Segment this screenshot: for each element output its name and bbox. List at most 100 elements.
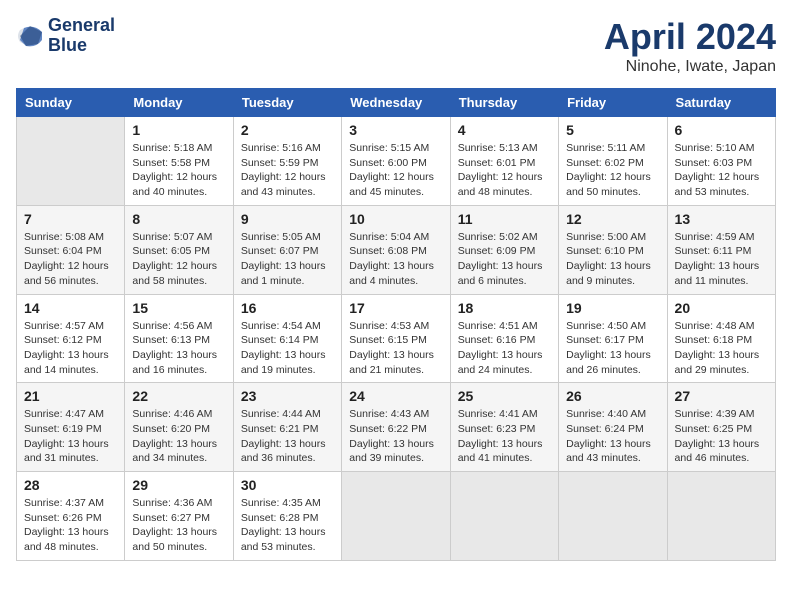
day-info: Sunrise: 5:05 AM Sunset: 6:07 PM Dayligh… bbox=[241, 230, 334, 289]
day-info: Sunrise: 5:13 AM Sunset: 6:01 PM Dayligh… bbox=[458, 141, 551, 200]
day-number: 6 bbox=[675, 122, 768, 138]
calendar-cell: 15 Sunrise: 4:56 AM Sunset: 6:13 PM Dayli… bbox=[125, 294, 233, 383]
logo-text: General Blue bbox=[48, 16, 115, 56]
calendar-cell: 7 Sunrise: 5:08 AM Sunset: 6:04 PM Daylig… bbox=[17, 205, 125, 294]
logo: General Blue bbox=[16, 16, 115, 56]
day-info: Sunrise: 4:40 AM Sunset: 6:24 PM Dayligh… bbox=[566, 407, 659, 466]
month-title: April 2024 bbox=[604, 16, 776, 58]
day-number: 9 bbox=[241, 211, 334, 227]
column-header-thursday: Thursday bbox=[450, 89, 558, 117]
week-row-5: 28Sunrise: 4:37 AM Sunset: 6:26 PM Dayli… bbox=[17, 472, 776, 561]
calendar-cell: 29 Sunrise: 4:36 AM Sunset: 6:27 PM Dayli… bbox=[125, 472, 233, 561]
day-info: Sunrise: 5:11 AM Sunset: 6:02 PM Dayligh… bbox=[566, 141, 659, 200]
calendar-cell: 2Sunrise: 5:16 AM Sunset: 5:59 PM Daylig… bbox=[233, 117, 341, 206]
day-number: 24 bbox=[349, 388, 442, 404]
calendar-cell: 6 Sunrise: 5:10 AM Sunset: 6:03 PM Daylig… bbox=[667, 117, 775, 206]
day-number: 1 bbox=[132, 122, 225, 138]
column-header-sunday: Sunday bbox=[17, 89, 125, 117]
calendar-cell: 25Sunrise: 4:41 AM Sunset: 6:23 PM Dayli… bbox=[450, 383, 558, 472]
day-info: Sunrise: 4:54 AM Sunset: 6:14 PM Dayligh… bbox=[241, 319, 334, 378]
calendar-cell: 26 Sunrise: 4:40 AM Sunset: 6:24 PM Dayli… bbox=[559, 383, 667, 472]
day-info: Sunrise: 4:46 AM Sunset: 6:20 PM Dayligh… bbox=[132, 407, 225, 466]
calendar-cell: 17 Sunrise: 4:53 AM Sunset: 6:15 PM Dayli… bbox=[342, 294, 450, 383]
day-info: Sunrise: 5:04 AM Sunset: 6:08 PM Dayligh… bbox=[349, 230, 442, 289]
day-info: Sunrise: 4:57 AM Sunset: 6:12 PM Dayligh… bbox=[24, 319, 117, 378]
day-info: Sunrise: 5:07 AM Sunset: 6:05 PM Dayligh… bbox=[132, 230, 225, 289]
calendar-cell: 28Sunrise: 4:37 AM Sunset: 6:26 PM Dayli… bbox=[17, 472, 125, 561]
calendar-cell: 3 Sunrise: 5:15 AM Sunset: 6:00 PM Daylig… bbox=[342, 117, 450, 206]
calendar-cell: 21 Sunrise: 4:47 AM Sunset: 6:19 PM Dayli… bbox=[17, 383, 125, 472]
day-info: Sunrise: 4:39 AM Sunset: 6:25 PM Dayligh… bbox=[675, 407, 768, 466]
day-info: Sunrise: 4:50 AM Sunset: 6:17 PM Dayligh… bbox=[566, 319, 659, 378]
calendar-cell: 23 Sunrise: 4:44 AM Sunset: 6:21 PM Dayli… bbox=[233, 383, 341, 472]
day-number: 30 bbox=[241, 477, 334, 493]
column-header-wednesday: Wednesday bbox=[342, 89, 450, 117]
week-row-3: 14 Sunrise: 4:57 AM Sunset: 6:12 PM Dayli… bbox=[17, 294, 776, 383]
day-info: Sunrise: 4:44 AM Sunset: 6:21 PM Dayligh… bbox=[241, 407, 334, 466]
day-info: Sunrise: 4:43 AM Sunset: 6:22 PM Dayligh… bbox=[349, 407, 442, 466]
calendar-cell: 30Sunrise: 4:35 AM Sunset: 6:28 PM Dayli… bbox=[233, 472, 341, 561]
day-info: Sunrise: 5:15 AM Sunset: 6:00 PM Dayligh… bbox=[349, 141, 442, 200]
week-row-2: 7 Sunrise: 5:08 AM Sunset: 6:04 PM Daylig… bbox=[17, 205, 776, 294]
calendar-cell: 11Sunrise: 5:02 AM Sunset: 6:09 PM Dayli… bbox=[450, 205, 558, 294]
day-info: Sunrise: 4:56 AM Sunset: 6:13 PM Dayligh… bbox=[132, 319, 225, 378]
day-number: 22 bbox=[132, 388, 225, 404]
day-number: 7 bbox=[24, 211, 117, 227]
day-number: 21 bbox=[24, 388, 117, 404]
day-info: Sunrise: 5:10 AM Sunset: 6:03 PM Dayligh… bbox=[675, 141, 768, 200]
calendar-cell: 10 Sunrise: 5:04 AM Sunset: 6:08 PM Dayli… bbox=[342, 205, 450, 294]
calendar-cell: 13 Sunrise: 4:59 AM Sunset: 6:11 PM Dayli… bbox=[667, 205, 775, 294]
day-number: 29 bbox=[132, 477, 225, 493]
day-number: 10 bbox=[349, 211, 442, 227]
page-header: General Blue April 2024 Ninohe, Iwate, J… bbox=[16, 16, 776, 76]
day-number: 26 bbox=[566, 388, 659, 404]
day-info: Sunrise: 4:59 AM Sunset: 6:11 PM Dayligh… bbox=[675, 230, 768, 289]
calendar-cell: 20Sunrise: 4:48 AM Sunset: 6:18 PM Dayli… bbox=[667, 294, 775, 383]
calendar-cell: 12Sunrise: 5:00 AM Sunset: 6:10 PM Dayli… bbox=[559, 205, 667, 294]
calendar-cell: 5 Sunrise: 5:11 AM Sunset: 6:02 PM Daylig… bbox=[559, 117, 667, 206]
day-number: 14 bbox=[24, 300, 117, 316]
title-block: April 2024 Ninohe, Iwate, Japan bbox=[604, 16, 776, 76]
calendar-cell: 24 Sunrise: 4:43 AM Sunset: 6:22 PM Dayli… bbox=[342, 383, 450, 472]
day-number: 3 bbox=[349, 122, 442, 138]
day-info: Sunrise: 4:36 AM Sunset: 6:27 PM Dayligh… bbox=[132, 496, 225, 555]
day-number: 25 bbox=[458, 388, 551, 404]
day-info: Sunrise: 5:08 AM Sunset: 6:04 PM Dayligh… bbox=[24, 230, 117, 289]
day-number: 5 bbox=[566, 122, 659, 138]
day-number: 17 bbox=[349, 300, 442, 316]
day-number: 28 bbox=[24, 477, 117, 493]
day-number: 8 bbox=[132, 211, 225, 227]
day-info: Sunrise: 4:48 AM Sunset: 6:18 PM Dayligh… bbox=[675, 319, 768, 378]
day-info: Sunrise: 4:53 AM Sunset: 6:15 PM Dayligh… bbox=[349, 319, 442, 378]
day-info: Sunrise: 4:47 AM Sunset: 6:19 PM Dayligh… bbox=[24, 407, 117, 466]
day-number: 27 bbox=[675, 388, 768, 404]
day-number: 15 bbox=[132, 300, 225, 316]
week-row-1: 1 Sunrise: 5:18 AM Sunset: 5:58 PM Daylig… bbox=[17, 117, 776, 206]
column-header-saturday: Saturday bbox=[667, 89, 775, 117]
calendar-cell: 1 Sunrise: 5:18 AM Sunset: 5:58 PM Daylig… bbox=[125, 117, 233, 206]
calendar-cell: 16 Sunrise: 4:54 AM Sunset: 6:14 PM Dayli… bbox=[233, 294, 341, 383]
day-number: 4 bbox=[458, 122, 551, 138]
calendar-cell: 19 Sunrise: 4:50 AM Sunset: 6:17 PM Dayli… bbox=[559, 294, 667, 383]
day-info: Sunrise: 5:18 AM Sunset: 5:58 PM Dayligh… bbox=[132, 141, 225, 200]
calendar-cell: 4 Sunrise: 5:13 AM Sunset: 6:01 PM Daylig… bbox=[450, 117, 558, 206]
calendar-cell bbox=[342, 472, 450, 561]
day-info: Sunrise: 4:51 AM Sunset: 6:16 PM Dayligh… bbox=[458, 319, 551, 378]
day-number: 19 bbox=[566, 300, 659, 316]
calendar-cell bbox=[667, 472, 775, 561]
calendar-cell: 22 Sunrise: 4:46 AM Sunset: 6:20 PM Dayli… bbox=[125, 383, 233, 472]
column-header-monday: Monday bbox=[125, 89, 233, 117]
day-number: 16 bbox=[241, 300, 334, 316]
location: Ninohe, Iwate, Japan bbox=[604, 58, 776, 76]
day-number: 13 bbox=[675, 211, 768, 227]
calendar-cell: 14 Sunrise: 4:57 AM Sunset: 6:12 PM Dayli… bbox=[17, 294, 125, 383]
calendar-cell bbox=[17, 117, 125, 206]
day-number: 23 bbox=[241, 388, 334, 404]
week-row-4: 21 Sunrise: 4:47 AM Sunset: 6:19 PM Dayli… bbox=[17, 383, 776, 472]
calendar-cell: 9 Sunrise: 5:05 AM Sunset: 6:07 PM Daylig… bbox=[233, 205, 341, 294]
day-number: 18 bbox=[458, 300, 551, 316]
column-header-friday: Friday bbox=[559, 89, 667, 117]
day-number: 11 bbox=[458, 211, 551, 227]
calendar-cell: 8 Sunrise: 5:07 AM Sunset: 6:05 PM Daylig… bbox=[125, 205, 233, 294]
calendar-cell: 18 Sunrise: 4:51 AM Sunset: 6:16 PM Dayli… bbox=[450, 294, 558, 383]
